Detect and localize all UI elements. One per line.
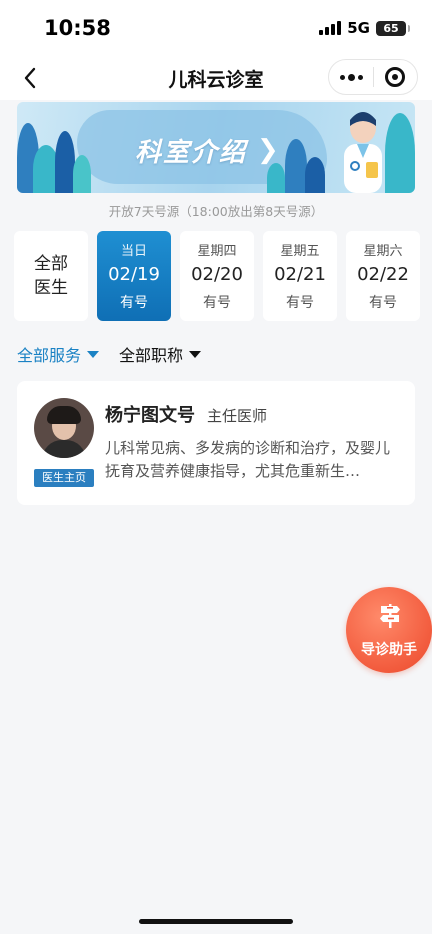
- filter-bar: 全部服务 全部职称: [17, 342, 202, 366]
- status-time: 10:58: [44, 16, 111, 40]
- status-indicators: 5G 65: [319, 19, 410, 37]
- doctor-avatar[interactable]: [34, 398, 94, 458]
- leaf-decoration: [305, 157, 325, 193]
- doctor-name: 杨宁图文号: [105, 405, 195, 426]
- leaf-decoration: [55, 131, 75, 193]
- date-selector: 全部 医生 当日 02/19 有号 星期四 02/20 有号 星期五 02/21…: [14, 231, 432, 321]
- leaf-decoration: [285, 139, 307, 193]
- doctor-title: 主任医师: [207, 407, 268, 425]
- date-value: 02/19: [108, 264, 160, 285]
- date-tab-thursday[interactable]: 星期四 02/20 有号: [180, 231, 254, 321]
- date-value: 02/20: [191, 264, 243, 285]
- chevron-right-icon: ❯: [257, 135, 279, 165]
- services-filter-dropdown[interactable]: 全部服务: [17, 342, 100, 366]
- more-dots-icon[interactable]: [329, 60, 373, 94]
- date-tab-saturday[interactable]: 星期六 02/22 有号: [346, 231, 420, 321]
- date-tab-today[interactable]: 当日 02/19 有号: [97, 231, 171, 321]
- mini-program-capsule: [328, 59, 418, 95]
- date-availability: 有号: [286, 295, 314, 311]
- date-weekday: 星期四: [197, 244, 237, 259]
- all-doctors-button[interactable]: 全部 医生: [14, 231, 88, 321]
- all-doctors-label-line2: 医生: [34, 278, 68, 298]
- nav-bar: 儿科云诊室: [0, 56, 432, 100]
- close-mini-program-icon[interactable]: [374, 60, 417, 94]
- date-availability: 有号: [369, 295, 397, 311]
- schedule-note: 开放7天号源（18:00放出第8天号源）: [108, 204, 324, 219]
- leaf-decoration: [73, 155, 91, 193]
- date-weekday: 星期六: [363, 244, 403, 259]
- all-doctors-label-line1: 全部: [34, 254, 68, 274]
- signal-icon: [319, 21, 342, 35]
- doctor-homepage-button[interactable]: 医生主页: [34, 469, 94, 487]
- doctor-card[interactable]: 医生主页 杨宁图文号 主任医师 儿科常见病、多发病的诊断和治疗，及婴儿抚育及营养…: [17, 381, 415, 505]
- date-weekday: 星期五: [280, 244, 320, 259]
- date-value: 02/22: [357, 264, 409, 285]
- date-tab-friday[interactable]: 星期五 02/21 有号: [263, 231, 337, 321]
- status-bar: 10:58 5G 65: [0, 0, 432, 56]
- home-indicator[interactable]: [139, 919, 293, 924]
- caret-down-icon: [87, 350, 100, 358]
- date-availability: 有号: [120, 295, 148, 311]
- leaf-decoration: [267, 163, 285, 193]
- doctor-illustration: [344, 112, 382, 193]
- triage-assistant-button[interactable]: 导诊助手: [346, 587, 432, 673]
- network-label: 5G: [347, 19, 370, 37]
- services-filter-label: 全部服务: [17, 346, 82, 365]
- caret-down-icon: [189, 350, 202, 358]
- date-weekday: 当日: [120, 244, 147, 259]
- signpost-icon: [380, 604, 400, 628]
- date-availability: 有号: [203, 295, 231, 311]
- battery-icon: 65: [376, 20, 410, 36]
- triage-assistant-label: 导诊助手: [361, 642, 417, 658]
- banner-title: 科室介绍: [135, 138, 248, 168]
- titles-filter-dropdown[interactable]: 全部职称: [119, 342, 202, 366]
- titles-filter-label: 全部职称: [119, 346, 184, 365]
- doctor-description: 儿科常见病、多发病的诊断和治疗，及婴儿抚育及营养健康指导，尤其危重新生…: [105, 439, 390, 480]
- department-intro-banner[interactable]: 科室介绍 ❯: [17, 102, 415, 193]
- date-value: 02/21: [274, 264, 326, 285]
